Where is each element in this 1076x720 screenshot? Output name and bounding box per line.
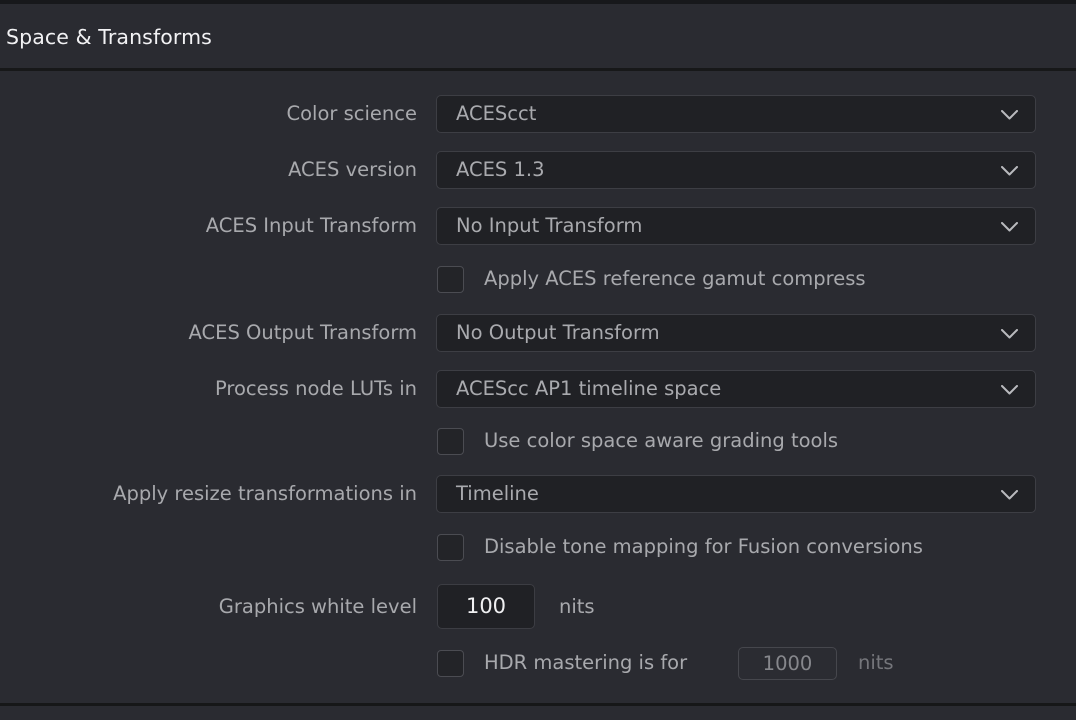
- row-apply-resize-transformations-in: Apply resize transformations in Timeline: [0, 475, 1076, 513]
- chevron-down-icon: [1001, 385, 1018, 395]
- label-graphics-white-level: Graphics white level: [0, 584, 417, 629]
- label-color-science: Color science: [0, 95, 417, 133]
- row-graphics-white-level: Graphics white level 100 nits: [0, 584, 1076, 629]
- settings-form: Color science ACEScct ACES version ACES …: [0, 71, 1076, 704]
- checkbox-use-color-space-aware-grading-tools[interactable]: [437, 428, 464, 455]
- row-use-color-space-aware-grading-tools: Use color space aware grading tools: [0, 422, 1076, 460]
- label-aces-version: ACES version: [0, 151, 417, 189]
- dropdown-process-node-luts-in[interactable]: ACEScc AP1 timeline space: [436, 370, 1036, 408]
- row-aces-input-transform: ACES Input Transform No Input Transform: [0, 207, 1076, 245]
- row-disable-tone-mapping-for-fusion-conversions: Disable tone mapping for Fusion conversi…: [0, 528, 1076, 566]
- dropdown-value-aces-input-transform: No Input Transform: [456, 208, 642, 244]
- label-hdr-mastering-is-for: HDR mastering is for: [484, 644, 687, 682]
- page-title: Space & Transforms: [6, 25, 212, 49]
- dropdown-aces-version[interactable]: ACES 1.3: [436, 151, 1036, 189]
- row-hdr-mastering-is-for: HDR mastering is for 1000 nits: [0, 644, 1076, 682]
- hdr-mastering-nits-value: 1000: [739, 648, 836, 679]
- dropdown-color-science[interactable]: ACEScct: [436, 95, 1036, 133]
- row-aces-version: ACES version ACES 1.3: [0, 151, 1076, 189]
- dropdown-value-color-science: ACEScct: [456, 96, 536, 132]
- checkbox-hdr-mastering-is-for[interactable]: [437, 650, 464, 677]
- row-color-science: Color science ACEScct: [0, 95, 1076, 133]
- chevron-down-icon: [1001, 490, 1018, 500]
- checkbox-disable-tone-mapping-for-fusion-conversions[interactable]: [437, 534, 464, 561]
- label-aces-input-transform: ACES Input Transform: [0, 207, 417, 245]
- dropdown-aces-input-transform[interactable]: No Input Transform: [436, 207, 1036, 245]
- chevron-down-icon: [1001, 222, 1018, 232]
- dropdown-value-process-node-luts-in: ACEScc AP1 timeline space: [456, 371, 721, 407]
- dropdown-value-apply-resize-transformations-in: Timeline: [456, 476, 539, 512]
- dropdown-value-aces-output-transform: No Output Transform: [456, 315, 660, 351]
- bottom-strip: [0, 706, 1076, 720]
- chevron-down-icon: [1001, 166, 1018, 176]
- space-and-transforms-panel: Space & Transforms Color science ACEScct…: [0, 0, 1076, 720]
- label-disable-tone-mapping-for-fusion-conversions: Disable tone mapping for Fusion conversi…: [484, 528, 923, 566]
- hdr-mastering-nits-input[interactable]: 1000: [738, 647, 837, 680]
- checkbox-apply-aces-reference-gamut-compress[interactable]: [437, 266, 464, 293]
- dropdown-value-aces-version: ACES 1.3: [456, 152, 545, 188]
- graphics-white-level-value: 100: [438, 585, 534, 628]
- dropdown-aces-output-transform[interactable]: No Output Transform: [436, 314, 1036, 352]
- graphics-white-level-input[interactable]: 100: [437, 584, 535, 629]
- label-use-color-space-aware-grading-tools: Use color space aware grading tools: [484, 422, 838, 460]
- hdr-mastering-unit: nits: [858, 644, 894, 682]
- label-apply-aces-reference-gamut-compress: Apply ACES reference gamut compress: [484, 260, 866, 298]
- chevron-down-icon: [1001, 110, 1018, 120]
- panel-header: Space & Transforms: [0, 4, 1076, 69]
- graphics-white-level-unit: nits: [559, 584, 595, 629]
- label-process-node-luts-in: Process node LUTs in: [0, 370, 417, 408]
- row-aces-output-transform: ACES Output Transform No Output Transfor…: [0, 314, 1076, 352]
- label-aces-output-transform: ACES Output Transform: [0, 314, 417, 352]
- row-apply-aces-reference-gamut-compress: Apply ACES reference gamut compress: [0, 260, 1076, 298]
- dropdown-apply-resize-transformations-in[interactable]: Timeline: [436, 475, 1036, 513]
- label-apply-resize-transformations-in: Apply resize transformations in: [0, 475, 417, 513]
- row-process-node-luts-in: Process node LUTs in ACEScc AP1 timeline…: [0, 370, 1076, 408]
- chevron-down-icon: [1001, 329, 1018, 339]
